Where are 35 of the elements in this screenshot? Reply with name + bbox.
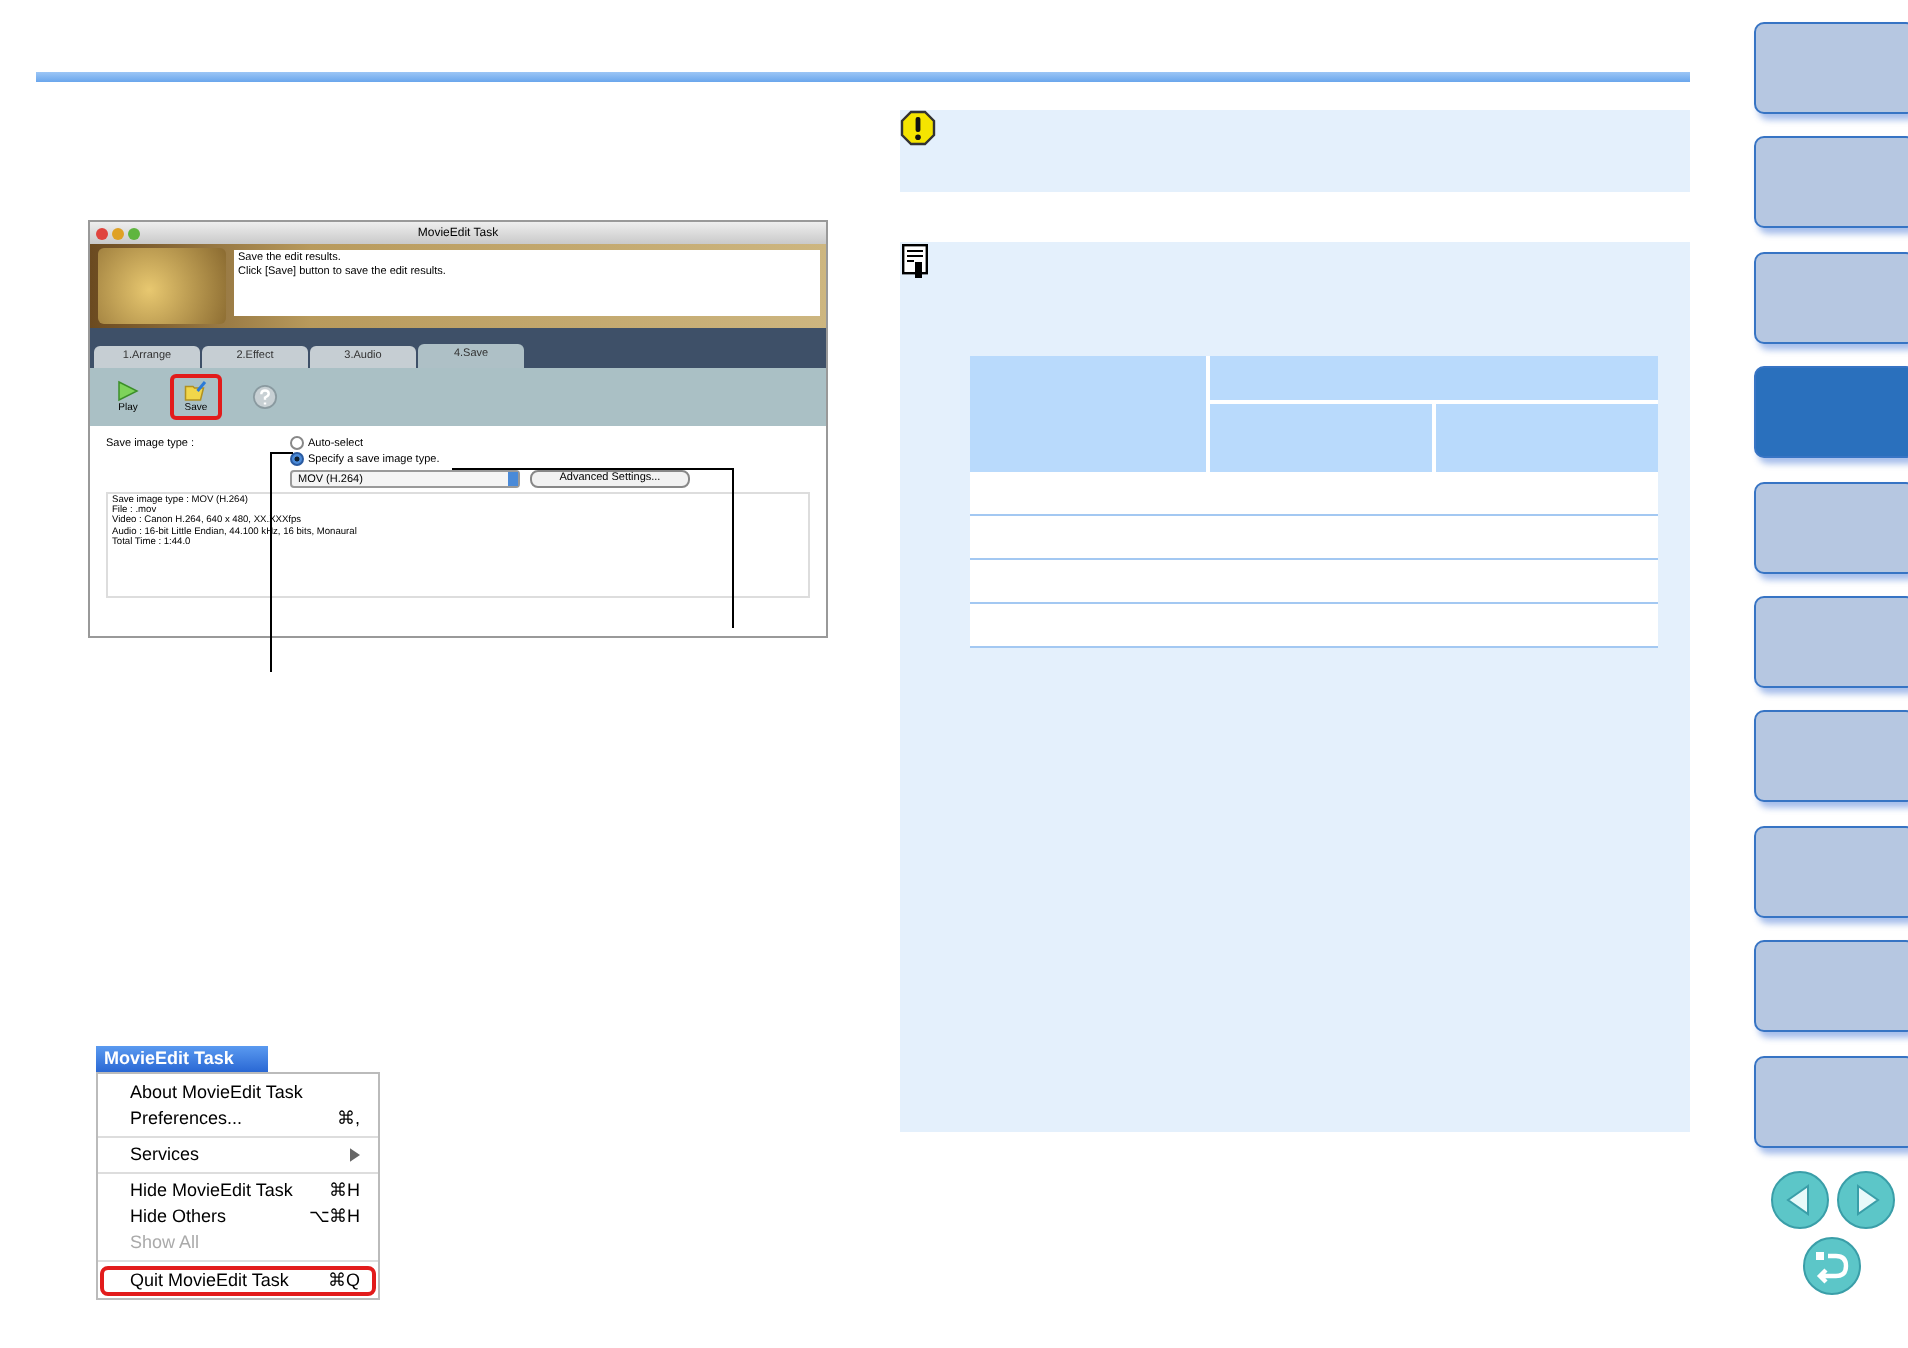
minimize-button[interactable] [112,227,124,239]
side-tab[interactable] [1754,1055,1908,1148]
menu-item[interactable]: Services [100,1142,376,1168]
side-tab[interactable] [1754,940,1908,1033]
menu-item[interactable]: Quit MovieEdit Task ⌘Q [100,1266,376,1296]
shortcut-text: ⌘H [329,1182,360,1200]
radio-button[interactable] [290,436,304,450]
side-tab[interactable] [1754,22,1908,114]
next-page-icon[interactable] [1836,1169,1896,1230]
menu-item[interactable]: Hide MovieEdit Task ⌘H [100,1178,376,1204]
memo-icon [902,244,928,278]
shortcut-text: ⌘, [336,1110,360,1128]
return-icon[interactable] [1802,1235,1862,1296]
close-button[interactable] [96,227,108,239]
folder-icon [184,380,208,402]
play-icon [116,380,140,402]
side-tab[interactable] [1754,251,1908,344]
photo-placeholder [98,248,226,324]
side-tab[interactable] [1754,481,1908,574]
previous-page-icon[interactable] [1770,1169,1830,1230]
radio-button[interactable] [290,452,304,466]
side-tab[interactable] [1754,595,1908,688]
menu-item[interactable]: About MovieEdit Task [100,1080,376,1106]
stepper-icon [508,472,518,486]
menu-item[interactable]: Preferences... ⌘, [100,1106,376,1132]
zoom-button[interactable] [128,227,140,239]
help-icon [252,384,278,410]
side-tab[interactable] [1754,136,1908,229]
side-tab[interactable] [1754,825,1908,918]
menu-title[interactable]: MovieEdit Task [96,1046,268,1072]
side-tab[interactable] [1754,710,1908,803]
shortcut-text: ⌥⌘H [309,1208,360,1226]
shortcut-text: ⌘Q [327,1272,360,1290]
caution-icon [900,110,936,146]
menu-item[interactable]: Hide Others ⌥⌘H [100,1204,376,1230]
